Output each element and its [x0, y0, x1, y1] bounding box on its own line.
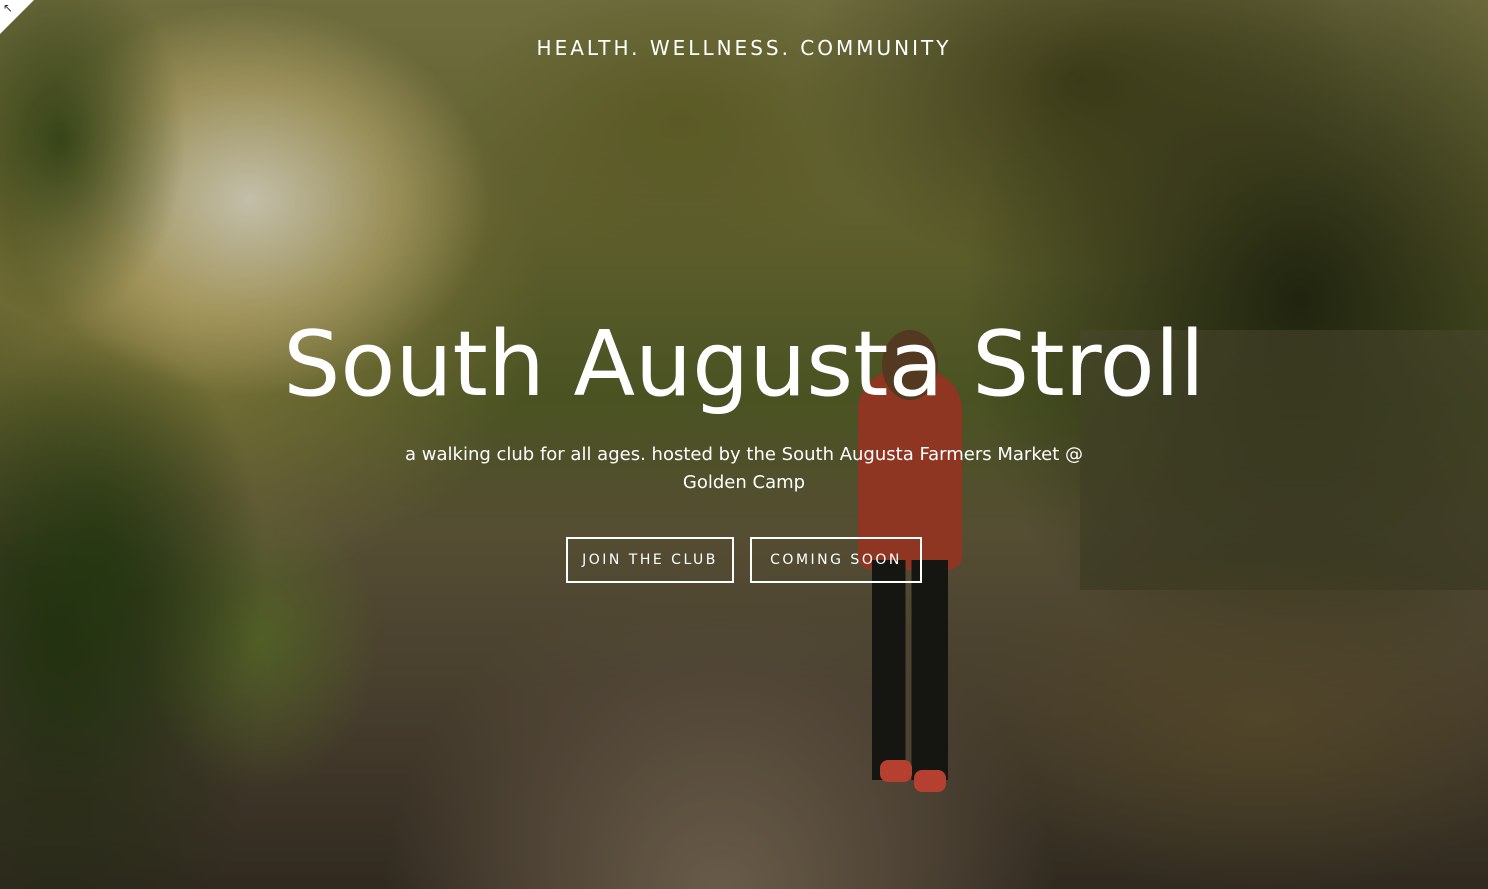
join-the-club-button[interactable]: JOIN THE CLUB: [566, 537, 734, 583]
page-title: South Augusta Stroll: [283, 312, 1205, 417]
expand-arrow-glyph: ↖: [3, 1, 14, 15]
coming-soon-button[interactable]: COMING SOON: [750, 537, 922, 583]
hero-tagline: HEALTH. WELLNESS. COMMUNITY: [536, 36, 952, 60]
hero-section: ↖ HEALTH. WELLNESS. COMMUNITY South Augu…: [0, 0, 1488, 889]
hero-buttons: JOIN THE CLUB COMING SOON: [0, 537, 1488, 583]
hero-subtitle: a walking club for all ages. hosted by t…: [405, 444, 1083, 493]
